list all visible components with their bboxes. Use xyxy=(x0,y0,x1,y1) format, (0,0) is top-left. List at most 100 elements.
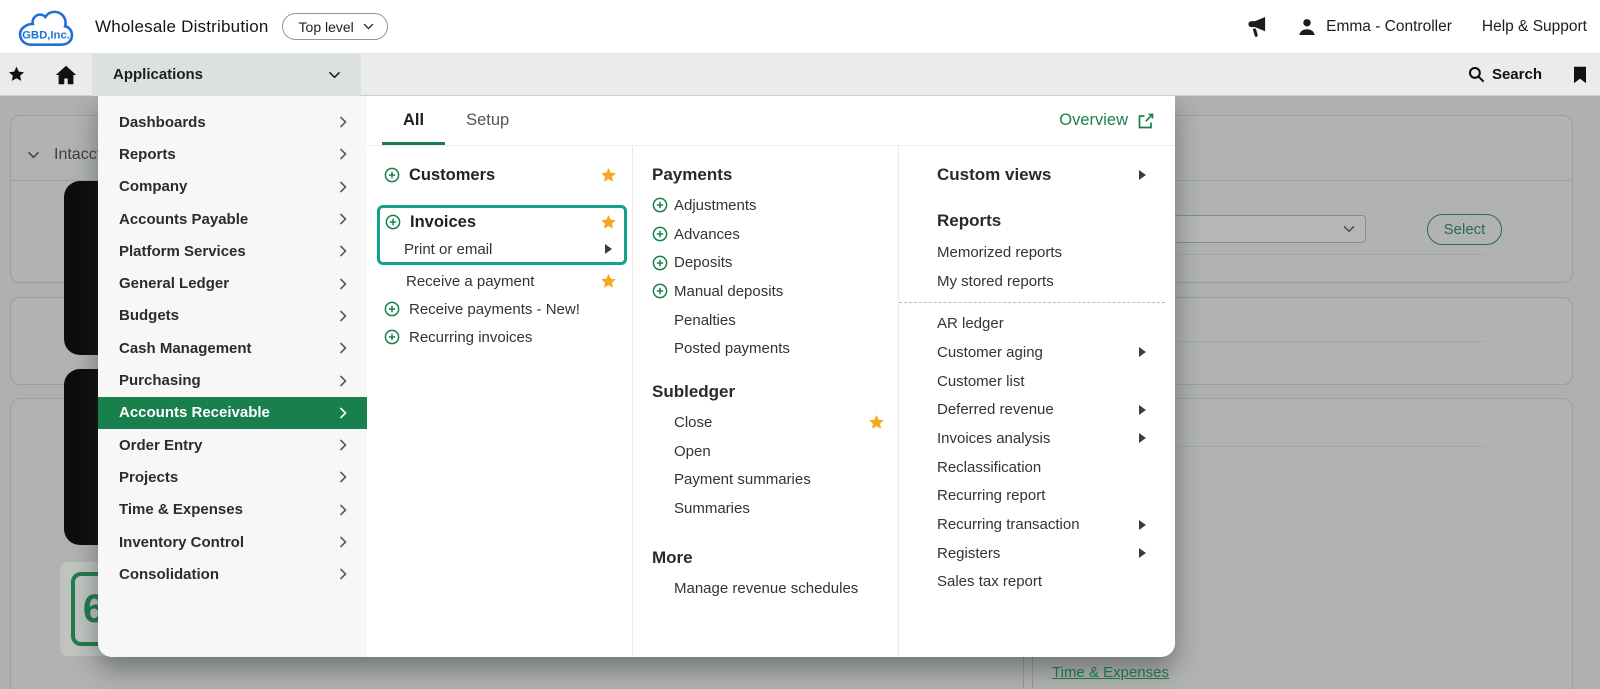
toolbar-right: Search xyxy=(1468,66,1600,84)
company-logo[interactable]: GBD,Inc. xyxy=(6,5,86,49)
sidebar-item-label: Order Entry xyxy=(119,436,203,454)
sidebar-item-accounts-receivable[interactable]: Accounts Receivable xyxy=(98,396,367,429)
menu-item-custom-views[interactable]: Custom views xyxy=(937,164,1146,186)
entity-selector[interactable]: Top level xyxy=(281,13,388,40)
icon-spacer xyxy=(652,501,668,517)
sidebar-item-cash-management[interactable]: Cash Management xyxy=(98,332,367,364)
home-button[interactable] xyxy=(55,65,77,85)
user-menu-button[interactable]: Emma - Controller xyxy=(1297,17,1452,37)
menu-item-receive-a-payment[interactable]: Receive a payment xyxy=(367,267,632,295)
menu-item-ar-ledger[interactable]: AR ledger xyxy=(937,309,1146,338)
menu-item-penalties[interactable]: Penalties xyxy=(652,306,885,335)
invoices-highlight-box: Invoices Print or email xyxy=(377,205,627,265)
sidebar-item-reports[interactable]: Reports xyxy=(98,138,367,170)
menu-item-recurring-invoices[interactable]: Recurring invoices xyxy=(367,323,632,351)
chevron-right-icon xyxy=(339,374,347,387)
icon-spacer xyxy=(652,580,668,596)
toolbar: Applications Search xyxy=(0,53,1600,96)
menu-item-manual-deposits[interactable]: Manual deposits xyxy=(652,277,885,306)
menu-item-deposits[interactable]: Deposits xyxy=(652,248,885,277)
menu-item-manage-revenue-schedules[interactable]: Manage revenue schedules xyxy=(652,574,885,603)
menu-item-recurring-transaction[interactable]: Recurring transaction xyxy=(937,510,1146,539)
menu-item-adjustments[interactable]: Adjustments xyxy=(652,191,885,220)
menu-item-customers[interactable]: Customers xyxy=(367,161,632,189)
sidebar-item-projects[interactable]: Projects xyxy=(98,461,367,493)
subledger-section-header: Subledger xyxy=(652,382,736,402)
menu-item-memorized-reports[interactable]: Memorized reports xyxy=(937,238,1146,267)
overview-label: Overview xyxy=(1059,111,1128,129)
icon-spacer xyxy=(652,312,668,328)
add-circle-icon xyxy=(652,284,668,299)
menu-item-close[interactable]: Close xyxy=(652,408,885,437)
menu-item-label: Deposits xyxy=(674,254,733,272)
sidebar-item-platform-services[interactable]: Platform Services xyxy=(98,235,367,267)
sidebar-item-purchasing[interactable]: Purchasing xyxy=(98,364,367,396)
sidebar-item-consolidation[interactable]: Consolidation xyxy=(98,558,367,590)
menu-item-open[interactable]: Open xyxy=(652,437,885,466)
menu-item-print-or-email[interactable]: Print or email xyxy=(380,236,624,262)
menu-item-customer-list[interactable]: Customer list xyxy=(937,367,1146,396)
sidebar-item-label: Cash Management xyxy=(119,339,252,357)
chevron-right-icon xyxy=(339,245,347,257)
applications-menu-button[interactable]: Applications xyxy=(92,53,361,96)
applications-menu-panel: Dashboards Reports Company Accounts Paya… xyxy=(98,96,1175,657)
menu-item-my-stored-reports[interactable]: My stored reports xyxy=(937,267,1146,296)
menu-item-label: Customer list xyxy=(937,372,1025,390)
favorite-star-icon[interactable] xyxy=(600,214,617,231)
chevron-right-icon xyxy=(339,568,347,580)
overview-link[interactable]: Overview xyxy=(1059,96,1175,145)
accounts-receivable-flyout: All Setup Overview Customers Invoices Pr… xyxy=(367,96,1175,657)
tab-all[interactable]: All xyxy=(382,96,445,145)
menu-item-summaries[interactable]: Summaries xyxy=(652,494,885,523)
bookmarks-button[interactable] xyxy=(1573,66,1587,84)
user-icon xyxy=(1299,18,1315,35)
favorite-star-icon[interactable] xyxy=(600,273,617,290)
menu-item-registers[interactable]: Registers xyxy=(937,539,1146,568)
chevron-down-icon xyxy=(363,23,374,30)
home-icon xyxy=(55,65,77,84)
sidebar-item-company[interactable]: Company xyxy=(98,171,367,203)
search-label: Search xyxy=(1491,66,1542,83)
menu-item-customer-aging[interactable]: Customer aging xyxy=(937,338,1146,367)
menu-item-advances[interactable]: Advances xyxy=(652,220,885,249)
announcements-button[interactable] xyxy=(1245,16,1268,37)
menu-item-recurring-report[interactable]: Recurring report xyxy=(937,482,1146,511)
menu-item-sales-tax-report[interactable]: Sales tax report xyxy=(937,568,1146,597)
menu-item-receive-payments-new[interactable]: Receive payments - New! xyxy=(367,295,632,323)
submenu-arrow-icon xyxy=(1139,519,1146,530)
favorite-star-icon[interactable] xyxy=(600,167,617,184)
chevron-right-icon xyxy=(339,310,347,322)
favorites-button[interactable] xyxy=(8,66,25,83)
menu-item-posted-payments[interactable]: Posted payments xyxy=(652,334,885,363)
icon-spacer xyxy=(652,341,668,357)
menu-item-deferred-revenue[interactable]: Deferred revenue xyxy=(937,395,1146,424)
sidebar-item-time-expenses[interactable]: Time & Expenses xyxy=(98,494,367,526)
time-expenses-link[interactable]: Time & Expenses xyxy=(1052,664,1169,681)
search-button[interactable]: Search xyxy=(1468,66,1542,83)
menu-item-payment-summaries[interactable]: Payment summaries xyxy=(652,466,885,495)
tab-setup[interactable]: Setup xyxy=(445,96,530,145)
add-circle-icon xyxy=(384,301,400,317)
favorite-star-icon[interactable] xyxy=(868,414,885,431)
add-circle-icon xyxy=(385,214,401,230)
menu-item-invoices-analysis[interactable]: Invoices analysis xyxy=(937,424,1146,453)
sidebar-item-budgets[interactable]: Budgets xyxy=(98,300,367,332)
applications-label: Applications xyxy=(113,66,204,83)
menu-item-label: Receive payments - New! xyxy=(409,300,580,318)
submenu-arrow-icon xyxy=(1139,170,1146,180)
sidebar-item-label: Time & Expenses xyxy=(119,501,243,519)
sidebar-item-order-entry[interactable]: Order Entry xyxy=(98,429,367,461)
bg-column-divider xyxy=(1032,657,1033,689)
sidebar-item-accounts-payable[interactable]: Accounts Payable xyxy=(98,203,367,235)
menu-item-label: Summaries xyxy=(674,500,750,518)
menu-item-invoices[interactable]: Invoices xyxy=(380,208,624,236)
help-support-link[interactable]: Help & Support xyxy=(1482,18,1587,36)
sidebar-item-inventory-control[interactable]: Inventory Control xyxy=(98,526,367,558)
sidebar-item-dashboards[interactable]: Dashboards xyxy=(98,106,367,138)
menu-item-reclassification[interactable]: Reclassification xyxy=(937,453,1146,482)
select-button[interactable]: Select xyxy=(1427,214,1502,245)
sidebar-item-label: General Ledger xyxy=(119,275,230,293)
applications-sidebar: Dashboards Reports Company Accounts Paya… xyxy=(98,96,367,657)
reports-divider xyxy=(899,302,1165,304)
sidebar-item-general-ledger[interactable]: General Ledger xyxy=(98,267,367,299)
